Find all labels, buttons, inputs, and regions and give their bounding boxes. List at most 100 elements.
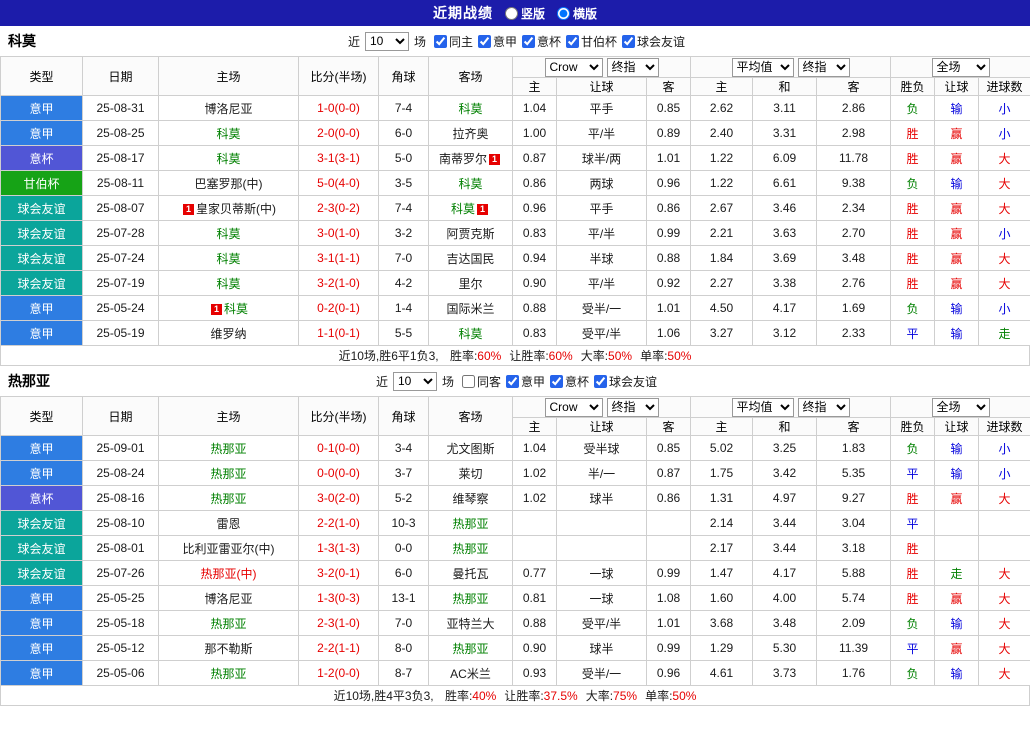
odds-cell-odds-away: 0.85 [645, 95, 692, 121]
odds-cell-odds-away: 0.99 [645, 220, 692, 246]
corner-cell: 1-4 [378, 295, 429, 321]
scope-select[interactable]: 全场 [931, 57, 990, 77]
team-name-text: 曼托瓦 [452, 566, 489, 581]
score-cell: 2-3(0-2) [298, 195, 379, 221]
result-outcome-cell: 胜 [890, 120, 936, 146]
avg-stage-select[interactable]: 终指 [797, 57, 850, 77]
horizontal-radio[interactable] [557, 6, 570, 20]
odds-company-select[interactable]: Crow [544, 397, 603, 417]
filter-option-same-home[interactable]: 同主 [433, 33, 473, 50]
odds-cell-odds-away: 1.01 [645, 145, 692, 171]
match-row: 球会友谊 25-07-24 科莫 3-1(1-1) 7-0 吉达国民 0.94 半球 0.88 1… [0, 245, 1030, 271]
layout-option-vertical[interactable]: 竖版 [504, 5, 545, 22]
subcol-avg-away: 客 [816, 417, 892, 436]
team-name-text: 热那亚 [452, 541, 489, 556]
team-name-text: 那不勒斯 [204, 641, 253, 656]
odds-cell-odds-home: 0.90 [512, 635, 557, 661]
odds-stage-select[interactable]: 终指 [606, 397, 659, 417]
header-row-groups: 类型 日期 主场 比分(半场) 角球 客场 Crow 终指 平均值 终指 全场 [0, 56, 1030, 96]
odds-stage-select[interactable]: 终指 [606, 57, 659, 77]
filter-option-coppa-italia[interactable]: 意杯 [522, 33, 561, 50]
result-group-header: 全场 [890, 56, 1030, 78]
avg-stage-select[interactable]: 终指 [797, 397, 850, 417]
team-name-text: 热那亚 [452, 591, 489, 606]
red-card-badge: 1 [489, 153, 500, 165]
league-type-cell: 甘伯杯 [0, 170, 83, 196]
result-outcome-cell: 胜 [890, 145, 936, 171]
odds-cell-odds-home: 1.02 [512, 460, 557, 486]
subcol-result-handicap: 让球 [934, 417, 980, 436]
team-name-text: 科莫 [216, 276, 241, 291]
coppa-italia-checkbox[interactable] [550, 374, 564, 388]
filter-option-serie-a[interactable]: 意甲 [506, 373, 545, 390]
corner-cell: 3-7 [378, 460, 429, 486]
league-type-cell: 意甲 [0, 660, 83, 686]
col-header-home-team: 主场 [158, 56, 299, 96]
result-outcome-cell: 胜 [890, 220, 936, 246]
gamper-checkbox[interactable] [566, 34, 580, 48]
avg-cell-avg-away: 2.76 [816, 270, 892, 296]
recent-count-select[interactable]: 10 [364, 31, 409, 51]
filter-option-club-friendly[interactable]: 球会友谊 [594, 373, 657, 390]
club-friendly-checkbox[interactable] [594, 374, 608, 388]
odds-cell-odds-home: 0.88 [512, 295, 557, 321]
odds-cell-odds-home: 0.81 [512, 585, 557, 611]
col-header-league-type: 类型 [0, 396, 83, 436]
avg-cell-avg-home: 2.62 [690, 95, 754, 121]
stat-label: 单率: [645, 689, 673, 703]
filter-option-gamper[interactable]: 甘伯杯 [566, 33, 617, 50]
avg-source-select[interactable]: 平均值 [731, 57, 794, 77]
serie-a-checkbox[interactable] [506, 374, 519, 388]
filter-option-serie-a[interactable]: 意甲 [477, 33, 517, 50]
filter-option-same-away[interactable]: 同客 [461, 373, 501, 390]
coppa-italia-checkbox[interactable] [522, 34, 535, 48]
team-name-text: 南蒂罗尔 [438, 151, 487, 166]
odds-cell-odds-away: 1.01 [645, 610, 692, 636]
filter-option-coppa-italia[interactable]: 意杯 [550, 373, 589, 390]
home-team-cell: 1 科莫 [158, 295, 299, 321]
corner-cell: 7-0 [378, 245, 429, 271]
same-away-checkbox[interactable] [461, 374, 475, 388]
team-name-text: 拉齐奥 [452, 126, 489, 141]
result-goals-cell: 大 [978, 585, 1030, 611]
score-cell: 3-0(1-0) [298, 220, 379, 246]
home-team-cell: 雷恩 [158, 510, 299, 536]
avg-cell-avg-home: 1.84 [690, 245, 754, 271]
team-name-text: 里尔 [458, 276, 483, 291]
same-home-checkbox[interactable] [433, 34, 447, 48]
subcol-avg-draw: 和 [752, 77, 818, 96]
odds-cell-odds-away: 0.85 [645, 435, 692, 461]
result-goals-cell: 大 [978, 485, 1030, 511]
result-outcome-cell: 平 [890, 635, 936, 661]
match-date-cell: 25-08-31 [82, 95, 159, 121]
filter-option-club-friendly[interactable]: 球会友谊 [622, 33, 685, 50]
corner-cell: 3-4 [378, 435, 429, 461]
avg-source-select[interactable]: 平均值 [731, 397, 794, 417]
league-type-cell: 意杯 [0, 145, 83, 171]
recent-count-select[interactable]: 10 [392, 371, 437, 391]
result-handicap-cell [934, 535, 980, 561]
filter-controls: 近 10 场 同主 意甲 意杯 甘伯杯 球会友谊 [345, 31, 685, 51]
summary-stat: 单率:50% [640, 349, 691, 363]
home-team-cell: 热那亚 [158, 610, 299, 636]
club-friendly-checkbox[interactable] [622, 34, 636, 48]
scope-select[interactable]: 全场 [931, 397, 990, 417]
corner-cell: 10-3 [378, 510, 429, 536]
stat-value: 75% [613, 689, 638, 703]
avg-cell-avg-home: 4.50 [690, 295, 754, 321]
home-team-cell: 博洛尼亚 [158, 585, 299, 611]
odds-cell-odds-handicap: 一球 [556, 585, 647, 611]
away-team-cell: 维琴察 [428, 485, 513, 511]
vertical-radio[interactable] [504, 6, 518, 20]
home-team-cell: 科莫 [158, 245, 299, 271]
result-handicap-cell: 赢 [934, 220, 980, 246]
layout-option-horizontal[interactable]: 横版 [557, 5, 597, 22]
serie-a-checkbox[interactable] [477, 34, 491, 48]
odds-company-select[interactable]: Crow [544, 57, 603, 77]
odds-cell-odds-away: 1.08 [645, 585, 692, 611]
odds-cell-odds-handicap [556, 535, 647, 561]
subcol-result-handicap: 让球 [934, 77, 980, 96]
odds-cell-odds-handicap: 两球 [556, 170, 647, 196]
summary-stat: 胜率:40% [445, 689, 496, 703]
team-name-text: 热那亚 [452, 641, 489, 656]
